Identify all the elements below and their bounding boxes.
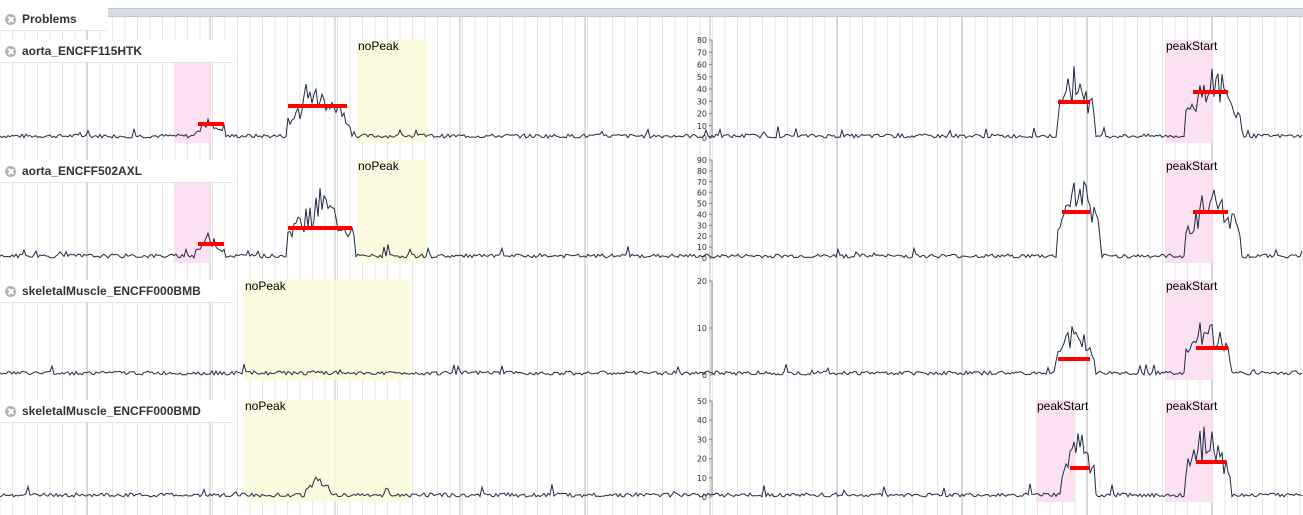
close-icon[interactable]: [5, 405, 16, 417]
region-peakStart: [1036, 400, 1075, 502]
close-icon[interactable]: [5, 285, 16, 297]
region-label: peakStart: [1166, 159, 1218, 173]
y-tick-label: 70: [697, 48, 707, 57]
y-tick-label: 30: [697, 97, 707, 106]
y-tick-label: 60: [697, 61, 707, 70]
y-tick-label: 20: [697, 277, 707, 286]
y-tick-label: 80: [697, 167, 707, 176]
y-tick-label: 10: [697, 324, 707, 333]
y-tick-label: 40: [697, 85, 707, 94]
region-label: noPeak: [358, 159, 400, 173]
y-tick-label: 40: [697, 416, 707, 425]
y-tick-label: 50: [697, 73, 707, 82]
coverage-plot-area: peakStartnoPeakpeakStart8070605040302010…: [0, 9, 1303, 515]
y-tick-label: 30: [697, 221, 707, 230]
problems-label: Problems: [22, 12, 77, 26]
region-noPeak: [244, 280, 410, 380]
y-tick-label: 50: [697, 200, 707, 209]
y-tick-label: 10: [697, 243, 707, 252]
region-peakStart: [1165, 280, 1213, 380]
track-name: aorta_ENCFF115HTK: [22, 44, 143, 58]
region-label: peakStart: [1166, 399, 1218, 413]
y-tick-label: 30: [697, 435, 707, 444]
track-label-2[interactable]: skeletalMuscle_ENCFF000BMB: [0, 280, 233, 303]
y-tick-label: 10: [697, 122, 707, 131]
y-tick-label: 60: [697, 189, 707, 198]
y-tick-label: 20: [697, 232, 707, 241]
y-tick-label: 90: [697, 156, 707, 165]
region-label: noPeak: [245, 279, 287, 293]
region-label: noPeak: [245, 399, 287, 413]
y-tick-label: 10: [697, 474, 707, 483]
y-tick-label: 50: [697, 397, 707, 406]
track-label-0[interactable]: aorta_ENCFF115HTK: [0, 40, 233, 63]
close-icon[interactable]: [5, 45, 16, 57]
coverage-signal: [0, 322, 1303, 376]
region-label: peakStart: [1166, 279, 1218, 293]
region-noPeak: [357, 160, 427, 263]
track-label-1[interactable]: aorta_ENCFF502AXL: [0, 160, 233, 183]
region-label: peakStart: [1166, 39, 1218, 53]
close-icon[interactable]: [5, 165, 16, 177]
problems-track-label[interactable]: Problems: [0, 8, 107, 31]
track-label-3[interactable]: skeletalMuscle_ENCFF000BMD: [0, 400, 233, 423]
y-tick-label: 80: [697, 36, 707, 45]
close-icon[interactable]: [5, 13, 16, 25]
track-name: aorta_ENCFF502AXL: [22, 164, 143, 178]
y-tick-label: 40: [697, 210, 707, 219]
y-tick-label: 20: [697, 455, 707, 464]
track-name: skeletalMuscle_ENCFF000BMD: [22, 404, 201, 418]
region-label: noPeak: [358, 39, 400, 53]
region-noPeak: [244, 400, 410, 502]
region-label: peakStart: [1037, 399, 1089, 413]
y-tick-label: 70: [697, 178, 707, 187]
region-noPeak: [357, 40, 427, 143]
y-tick-label: 20: [697, 110, 707, 119]
coverage-signal: [0, 426, 1303, 498]
track-name: skeletalMuscle_ENCFF000BMB: [22, 284, 201, 298]
genome-scroll-bar[interactable]: [108, 8, 1303, 17]
